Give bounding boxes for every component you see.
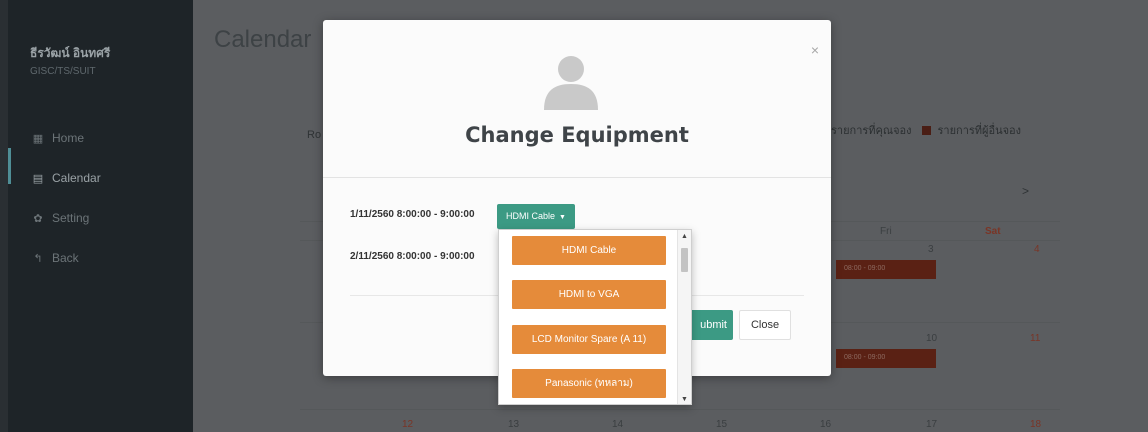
sidebar-item-label: Setting xyxy=(52,211,90,225)
equipment-selected-label: HDMI Cable xyxy=(506,211,556,221)
gear-icon: ✿ xyxy=(33,212,43,225)
booking-slot-time: 2/11/2560 8:00:00 - 9:00:00 xyxy=(350,251,475,262)
page-title: Calendar xyxy=(214,26,312,53)
modal-divider xyxy=(323,177,831,178)
equipment-dropdown-button[interactable]: HDMI Cable ▼ xyxy=(497,204,575,229)
calendar-row-line xyxy=(300,409,1060,410)
dropdown-option[interactable]: HDMI to VGA xyxy=(512,280,666,309)
user-department: GISC/TS/SUIT xyxy=(30,66,96,77)
booking-slot-time: 1/11/2560 8:00:00 - 9:00:00 xyxy=(350,209,475,220)
calendar-date[interactable]: 3 xyxy=(928,244,934,255)
sidebar: ธีรวัฒน์ อินทศรี GISC/TS/SUIT ▦ Home ▤ C… xyxy=(0,0,193,432)
legend-other-swatch xyxy=(921,125,931,135)
header-sat: Sat xyxy=(985,226,1001,237)
header-fri: Fri xyxy=(880,226,892,237)
sidebar-strip xyxy=(0,0,8,432)
dropdown-option[interactable]: LCD Monitor Spare (A 11) xyxy=(512,325,666,354)
legend-own-bookings: รายการที่คุณจอง xyxy=(831,125,912,137)
sidebar-item-label: Back xyxy=(52,251,79,265)
calendar-date[interactable]: 13 xyxy=(508,419,519,430)
reply-icon: ↰ xyxy=(33,252,43,265)
calendar-date[interactable]: 4 xyxy=(1034,244,1040,255)
calendar-date[interactable]: 10 xyxy=(926,333,937,344)
dropdown-option[interactable]: HDMI Cable xyxy=(512,236,666,265)
sidebar-item-setting[interactable]: ✿ Setting xyxy=(30,198,101,238)
user-name: ธีรวัฒน์ อินทศรี xyxy=(30,46,111,60)
calendar-date[interactable]: 18 xyxy=(1030,419,1041,430)
calendar-date[interactable]: 15 xyxy=(716,419,727,430)
calendar-event[interactable]: 08:00 - 09:00 xyxy=(836,349,936,368)
grid-icon: ▦ xyxy=(32,132,44,145)
calendar-legend: รายการที่คุณจอง รายการที่ผู้อื่นจอง xyxy=(831,121,1021,139)
calendar-date[interactable]: 17 xyxy=(926,419,937,430)
user-info: ธีรวัฒน์ อินทศรี GISC/TS/SUIT xyxy=(30,44,110,77)
calendar-event[interactable]: 08:00 - 09:00 xyxy=(836,260,936,279)
equipment-dropdown-menu: HDMI Cable HDMI to VGA LCD Monitor Spare… xyxy=(498,229,692,405)
room-label: Ro xyxy=(307,129,322,141)
calendar-date[interactable]: 14 xyxy=(612,419,623,430)
sidebar-item-home[interactable]: ▦ Home xyxy=(30,118,101,158)
sidebar-item-calendar[interactable]: ▤ Calendar xyxy=(30,158,101,198)
legend-other-bookings: รายการที่ผู้อื่นจอง xyxy=(937,125,1022,137)
modal-title: Change Equipment xyxy=(465,123,689,147)
sidebar-item-label: Home xyxy=(52,131,85,145)
dropdown-option[interactable]: Panasonic (ทหลาม) xyxy=(512,369,666,398)
sidebar-nav: ▦ Home ▤ Calendar ✿ Setting ↰ Back xyxy=(30,118,101,278)
caret-down-icon: ▼ xyxy=(559,214,566,221)
close-icon[interactable]: × xyxy=(811,42,819,58)
user-avatar-icon xyxy=(544,56,598,110)
calendar-date[interactable]: 12 xyxy=(402,419,413,430)
sidebar-item-back[interactable]: ↰ Back xyxy=(30,238,101,278)
scroll-up-arrow-icon[interactable]: ▲ xyxy=(681,233,688,240)
active-indicator xyxy=(8,148,11,184)
scroll-thumb[interactable] xyxy=(681,248,688,272)
dropdown-scrollbar[interactable]: ▲ ▼ xyxy=(677,230,691,404)
next-month-arrow[interactable]: > xyxy=(1022,184,1029,198)
calendar-date[interactable]: 16 xyxy=(820,419,831,430)
scroll-down-arrow-icon[interactable]: ▼ xyxy=(681,396,688,403)
calendar-date[interactable]: 11 xyxy=(1030,333,1040,344)
sidebar-item-label: Calendar xyxy=(52,171,101,185)
close-button[interactable]: Close xyxy=(739,310,791,340)
calendar-icon: ▤ xyxy=(32,172,44,185)
